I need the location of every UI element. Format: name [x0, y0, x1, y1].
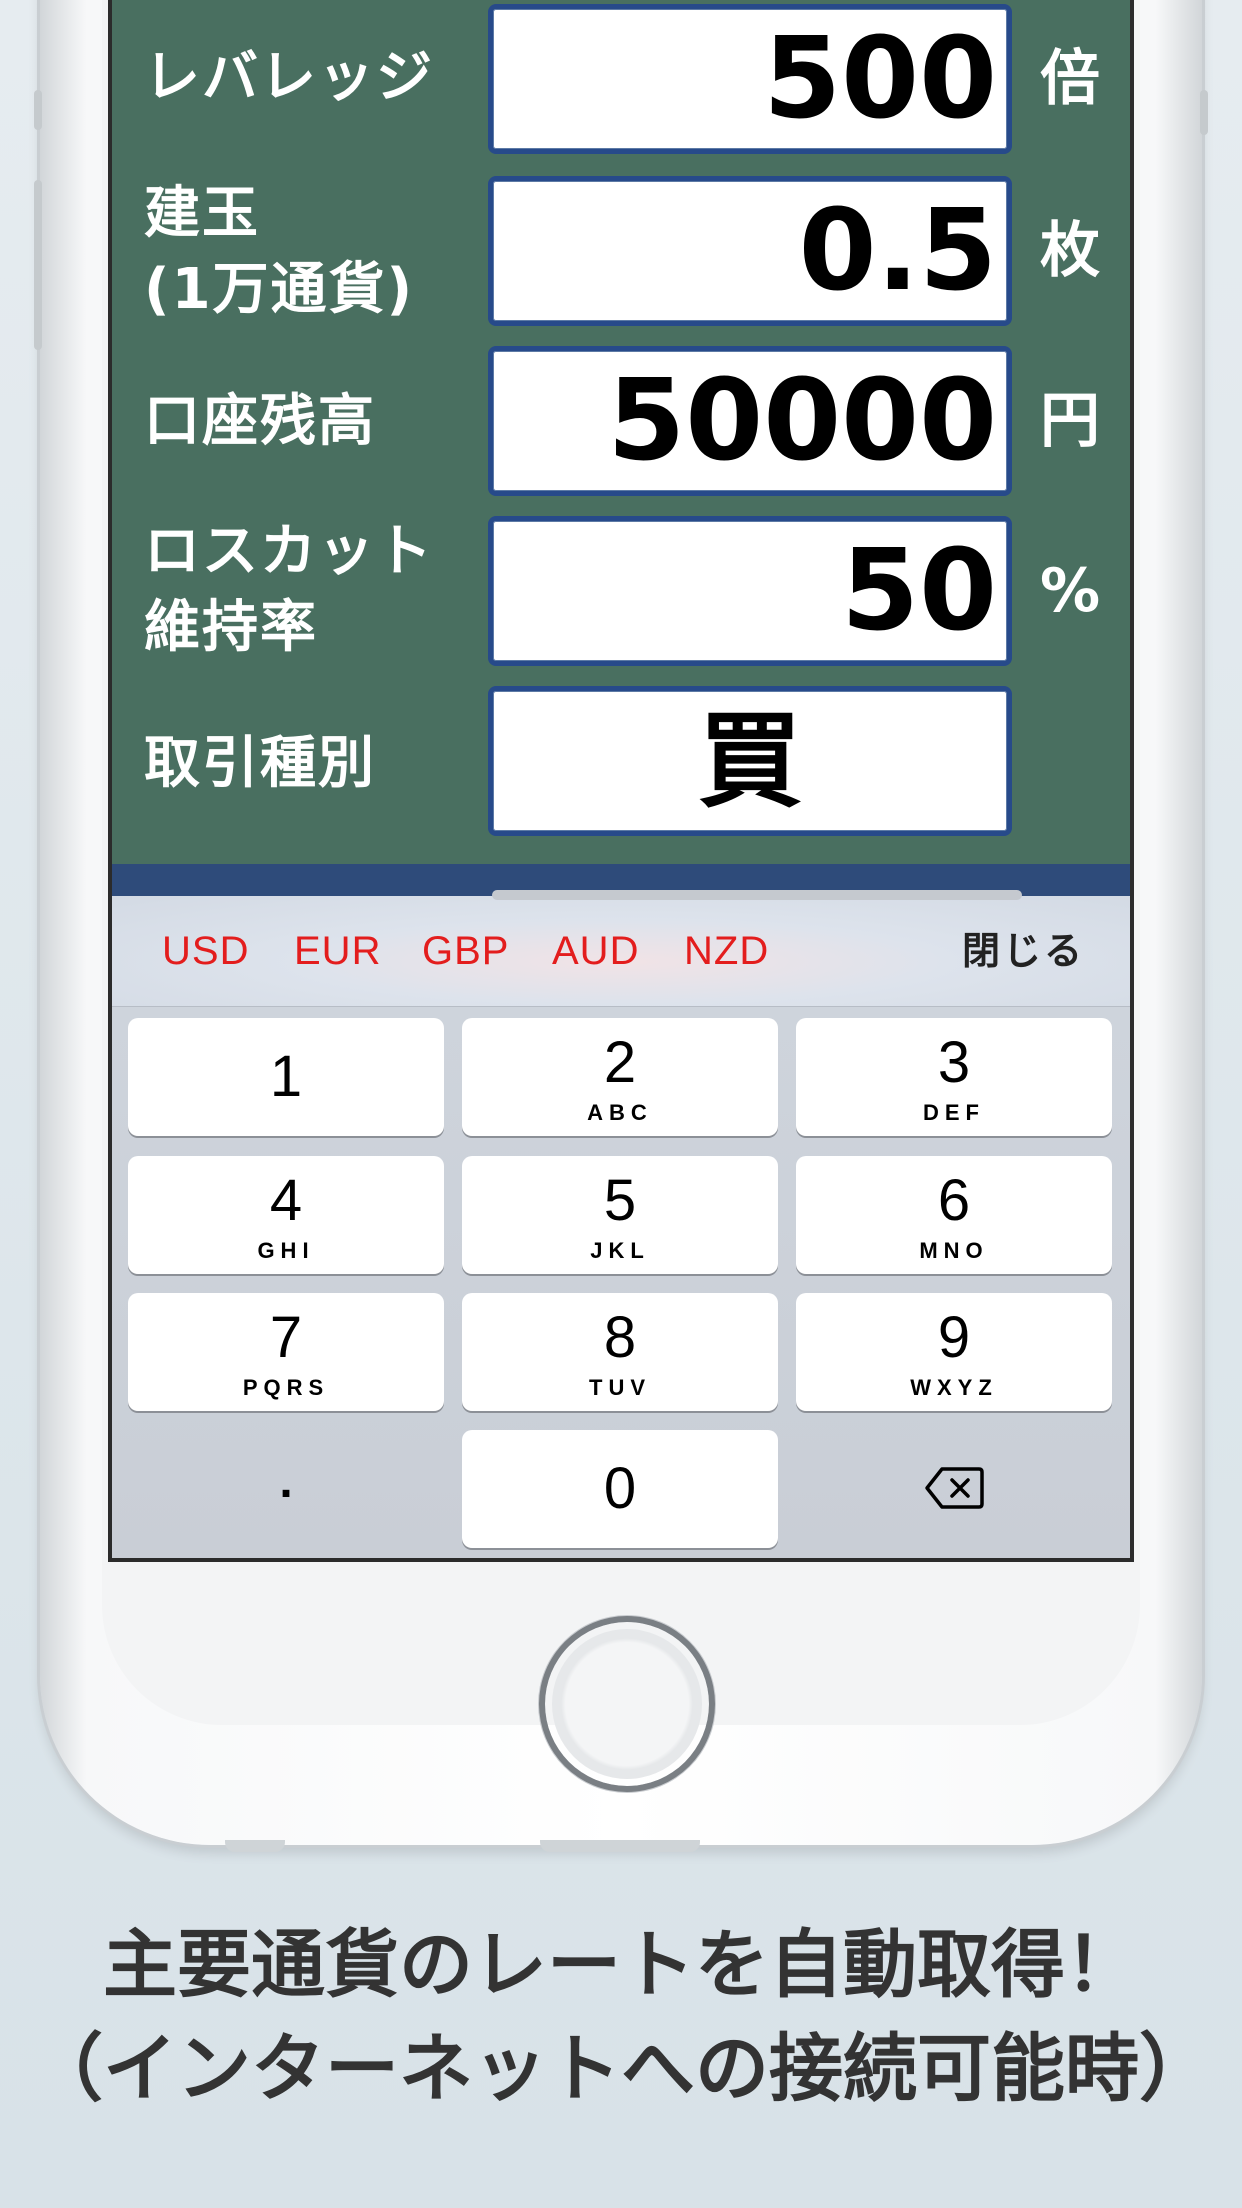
- leverage-unit: 倍: [1040, 44, 1100, 114]
- losscut-input[interactable]: 50: [488, 516, 1012, 666]
- key-0[interactable]: 0: [462, 1430, 778, 1548]
- key-2-letters: ABC: [587, 1100, 653, 1125]
- currency-nzd-button[interactable]: NZD: [684, 916, 769, 986]
- currency-gbp-button[interactable]: GBP: [422, 916, 509, 986]
- key-8-letters: TUV: [589, 1375, 651, 1400]
- key-6-letters: MNO: [919, 1238, 989, 1263]
- trade-type-label: 取引種別: [144, 731, 376, 796]
- key-4-letters: GHI: [257, 1238, 315, 1263]
- phone-bottom-tab: [540, 1840, 700, 1852]
- losscut-unit: %: [1040, 556, 1101, 626]
- key-decimal-symbol: .: [279, 1455, 293, 1508]
- position-label: 建玉 (1万通貨): [144, 176, 414, 328]
- side-button-left: [34, 90, 42, 130]
- losscut-label-line2: 維持率: [144, 595, 318, 660]
- key-decimal[interactable]: .: [128, 1430, 444, 1548]
- position-input[interactable]: 0.5: [488, 176, 1012, 326]
- backspace-button[interactable]: [796, 1430, 1112, 1548]
- losscut-label: ロスカット 維持率: [144, 514, 434, 666]
- accessory-grabber: [492, 890, 1022, 900]
- key-0-number: 0: [603, 1456, 637, 1521]
- key-4[interactable]: 4 GHI: [128, 1156, 444, 1274]
- position-unit: 枚: [1040, 216, 1100, 286]
- backspace-icon: [924, 1466, 984, 1514]
- key-5-letters: JKL: [590, 1238, 650, 1263]
- key-5[interactable]: 5 JKL: [462, 1156, 778, 1274]
- key-2-number: 2: [603, 1030, 637, 1095]
- key-9[interactable]: 9 WXYZ: [796, 1293, 1112, 1411]
- balance-input[interactable]: 50000: [488, 346, 1012, 496]
- position-label-line1: 建玉: [144, 181, 260, 246]
- key-9-number: 9: [937, 1305, 971, 1370]
- app-screen: レバレッジ 500 倍 建玉 (1万通貨) 0.5 枚 口座残高 50000 円…: [108, 0, 1134, 1562]
- close-keyboard-button[interactable]: 閉じる: [962, 916, 1085, 986]
- home-button[interactable]: [545, 1622, 709, 1786]
- side-button-left: [34, 180, 42, 350]
- balance-unit: 円: [1040, 386, 1100, 456]
- position-label-line2: (1万通貨): [144, 257, 415, 322]
- balance-label: 口座残高: [144, 389, 376, 454]
- caption-line-2: （インターネットへの接続可能時）: [29, 2026, 1213, 2112]
- key-1-number: 1: [269, 1044, 303, 1109]
- currency-eur-button[interactable]: EUR: [294, 916, 381, 986]
- key-3-letters: DEF: [923, 1100, 985, 1125]
- leverage-input[interactable]: 500: [488, 4, 1012, 154]
- currency-aud-button[interactable]: AUD: [552, 916, 639, 986]
- key-6[interactable]: 6 MNO: [796, 1156, 1112, 1274]
- key-6-number: 6: [937, 1168, 971, 1233]
- key-9-letters: WXYZ: [910, 1375, 998, 1400]
- key-3-number: 3: [937, 1030, 971, 1095]
- caption-line-1: 主要通貨のレートを自動取得！: [103, 1922, 1139, 2008]
- key-5-number: 5: [603, 1168, 637, 1233]
- key-7-number: 7: [269, 1305, 303, 1370]
- key-3[interactable]: 3 DEF: [796, 1018, 1112, 1136]
- currency-usd-button[interactable]: USD: [162, 916, 249, 986]
- numeric-keyboard: USD EUR GBP AUD NZD 閉じる 1 2 ABC 3 DEF 4 …: [112, 890, 1130, 1558]
- key-8[interactable]: 8 TUV: [462, 1293, 778, 1411]
- key-4-number: 4: [269, 1168, 303, 1233]
- key-8-number: 8: [603, 1305, 637, 1370]
- key-1[interactable]: 1: [128, 1018, 444, 1136]
- key-7[interactable]: 7 PQRS: [128, 1293, 444, 1411]
- key-2[interactable]: 2 ABC: [462, 1018, 778, 1136]
- leverage-label: レバレッジ: [144, 45, 434, 110]
- keyboard-accessory-bar: USD EUR GBP AUD NZD 閉じる: [112, 890, 1130, 1007]
- side-button-right: [1200, 90, 1208, 135]
- phone-bottom-tab: [225, 1840, 285, 1852]
- key-7-letters: PQRS: [242, 1375, 330, 1400]
- losscut-label-line1: ロスカット: [144, 519, 434, 584]
- trade-type-selector[interactable]: 買: [488, 686, 1012, 836]
